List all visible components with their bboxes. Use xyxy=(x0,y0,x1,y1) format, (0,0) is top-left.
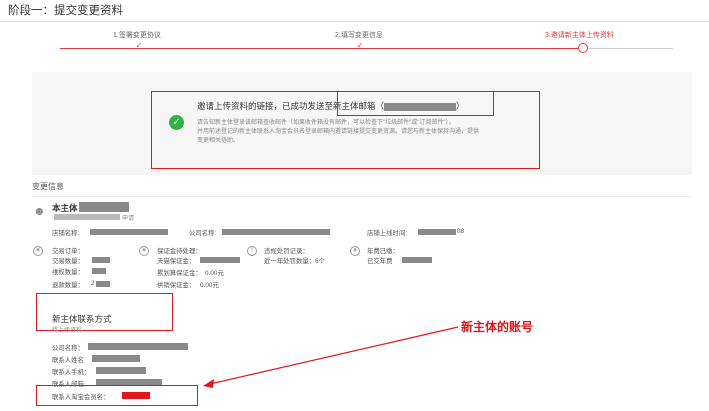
annotation-arrow xyxy=(203,326,459,388)
